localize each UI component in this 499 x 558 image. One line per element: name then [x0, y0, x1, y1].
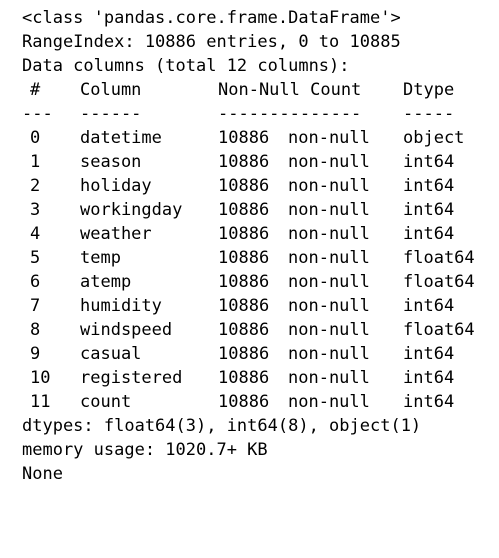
- table-body: 0 datetime 10886 non-null object 1 seaso…: [0, 126, 499, 414]
- info-line-data-columns: Data columns (total 12 columns):: [0, 54, 499, 78]
- table-row: 6 atemp 10886 non-null float64: [0, 270, 499, 294]
- data-columns-text: Data columns (total 12 columns):: [22, 56, 350, 76]
- row-count: 10886: [218, 152, 270, 172]
- row-column-name: humidity: [80, 296, 162, 316]
- row-dtype: int64: [403, 176, 455, 196]
- table-separator-row: --- ------ -------------- -----: [0, 102, 499, 126]
- row-index: 8: [30, 320, 41, 340]
- info-line-class: <class 'pandas.core.frame.DataFrame'>: [0, 6, 499, 30]
- row-index: 3: [30, 200, 41, 220]
- row-dtype: int64: [403, 368, 455, 388]
- row-column-name: holiday: [80, 176, 152, 196]
- row-count: 10886: [218, 128, 270, 148]
- table-row: 9 casual 10886 non-null int64: [0, 342, 499, 366]
- table-row: 11 count 10886 non-null int64: [0, 390, 499, 414]
- row-dtype: int64: [403, 224, 455, 244]
- memory-usage: memory usage: 1020.7+ KB: [22, 440, 268, 460]
- row-count: 10886: [218, 296, 270, 316]
- header-dtype: Dtype: [403, 80, 455, 100]
- row-dtype: int64: [403, 296, 455, 316]
- row-dtype: float64: [403, 320, 475, 340]
- row-count: 10886: [218, 224, 270, 244]
- row-count: 10886: [218, 368, 270, 388]
- row-column-name: season: [80, 152, 142, 172]
- header-non-null-count: Non-Null Count: [218, 80, 362, 100]
- row-non-null: non-null: [288, 392, 370, 412]
- row-non-null: non-null: [288, 368, 370, 388]
- row-index: 6: [30, 272, 41, 292]
- row-non-null: non-null: [288, 224, 370, 244]
- info-line-none: None: [0, 462, 499, 486]
- row-dtype: int64: [403, 152, 455, 172]
- row-dtype: float64: [403, 272, 475, 292]
- row-count: 10886: [218, 176, 270, 196]
- table-row: 4 weather 10886 non-null int64: [0, 222, 499, 246]
- row-column-name: registered: [80, 368, 183, 388]
- row-index: 9: [30, 344, 41, 364]
- separator-dtype: -----: [403, 104, 455, 124]
- row-non-null: non-null: [288, 176, 370, 196]
- table-row: 10 registered 10886 non-null int64: [0, 366, 499, 390]
- none-output: None: [22, 464, 63, 484]
- row-count: 10886: [218, 392, 270, 412]
- row-dtype: int64: [403, 200, 455, 220]
- row-dtype: int64: [403, 392, 455, 412]
- info-line-memory: memory usage: 1020.7+ KB: [0, 438, 499, 462]
- separator-count: --------------: [218, 104, 362, 124]
- row-non-null: non-null: [288, 152, 370, 172]
- row-non-null: non-null: [288, 200, 370, 220]
- row-column-name: weather: [80, 224, 152, 244]
- row-index: 10: [30, 368, 51, 388]
- table-row: 2 holiday 10886 non-null int64: [0, 174, 499, 198]
- row-column-name: casual: [80, 344, 142, 364]
- row-count: 10886: [218, 248, 270, 268]
- row-index: 5: [30, 248, 41, 268]
- dataframe-info-output: <class 'pandas.core.frame.DataFrame'> Ra…: [0, 0, 499, 484]
- class-text: <class 'pandas.core.frame.DataFrame'>: [22, 8, 401, 28]
- row-count: 10886: [218, 344, 270, 364]
- row-column-name: windspeed: [80, 320, 173, 340]
- row-column-name: workingday: [80, 200, 183, 220]
- header-column: Column: [80, 80, 142, 100]
- row-column-name: atemp: [80, 272, 132, 292]
- separator-column: ------: [80, 104, 142, 124]
- row-count: 10886: [218, 272, 270, 292]
- row-index: 7: [30, 296, 41, 316]
- row-dtype: int64: [403, 344, 455, 364]
- table-row: 5 temp 10886 non-null float64: [0, 246, 499, 270]
- row-count: 10886: [218, 200, 270, 220]
- table-row: 0 datetime 10886 non-null object: [0, 126, 499, 150]
- row-index: 1: [30, 152, 41, 172]
- row-count: 10886: [218, 320, 270, 340]
- row-index: 4: [30, 224, 41, 244]
- row-index: 11: [30, 392, 51, 412]
- table-row: 8 windspeed 10886 non-null float64: [0, 318, 499, 342]
- row-dtype: float64: [403, 248, 475, 268]
- row-column-name: count: [80, 392, 132, 412]
- row-non-null: non-null: [288, 344, 370, 364]
- row-dtype: object: [403, 128, 465, 148]
- separator-index: ---: [22, 104, 53, 124]
- row-non-null: non-null: [288, 128, 370, 148]
- dtypes-summary: dtypes: float64(3), int64(8), object(1): [22, 416, 422, 436]
- row-column-name: datetime: [80, 128, 162, 148]
- header-index: #: [30, 80, 41, 100]
- table-header-row: # Column Non-Null Count Dtype: [0, 78, 499, 102]
- row-index: 2: [30, 176, 41, 196]
- row-column-name: temp: [80, 248, 121, 268]
- table-row: 1 season 10886 non-null int64: [0, 150, 499, 174]
- row-non-null: non-null: [288, 320, 370, 340]
- row-index: 0: [30, 128, 41, 148]
- info-line-dtypes: dtypes: float64(3), int64(8), object(1): [0, 414, 499, 438]
- table-row: 3 workingday 10886 non-null int64: [0, 198, 499, 222]
- info-line-range-index: RangeIndex: 10886 entries, 0 to 10885: [0, 30, 499, 54]
- row-non-null: non-null: [288, 272, 370, 292]
- row-non-null: non-null: [288, 296, 370, 316]
- range-index-text: RangeIndex: 10886 entries, 0 to 10885: [22, 32, 401, 52]
- row-non-null: non-null: [288, 248, 370, 268]
- table-row: 7 humidity 10886 non-null int64: [0, 294, 499, 318]
